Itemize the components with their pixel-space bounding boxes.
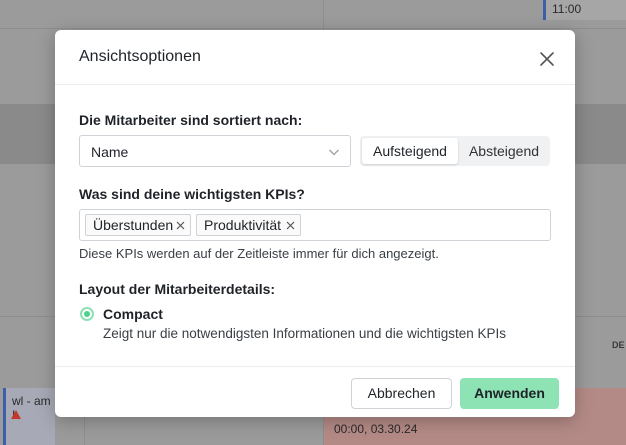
compact-option-title[interactable]: Compact [103,306,163,322]
red-card-text: 00:00, 03.30.24 [334,422,418,436]
sort-select-value: Name [91,144,129,160]
sort-order-toggle: Aufsteigend Absteigend [360,136,550,166]
layout-label: Layout der Mitarbeiterdetails: [79,281,276,297]
kpi-help-text: Diese KPIs werden auf der Zeitleiste imm… [79,246,439,261]
modal-header: Ansichtsoptionen [55,30,575,85]
compact-radio[interactable] [80,307,94,321]
close-icon [540,52,554,66]
background-time-card: 11:00 [543,0,626,20]
apply-button[interactable]: Anwenden [460,378,559,409]
sort-label: Die Mitarbeiter sind sortiert nach: [79,112,303,128]
background-divider [0,28,626,29]
cancel-button[interactable]: Abbrechen [351,378,452,409]
descending-button[interactable]: Absteigend [460,138,548,164]
kpi-label: Was sind deine wichtigsten KPIs? [79,186,305,202]
kpi-tag-label: Überstunden [93,217,174,233]
chevron-down-icon [329,149,339,156]
kpi-tag-input[interactable]: Überstunden Produktivität [79,209,551,241]
modal-footer: Abbrechen Anwenden [55,366,575,417]
view-options-modal: Ansichtsoptionen Die Mitarbeiter sind so… [55,30,575,417]
remove-tag-icon[interactable] [176,221,185,230]
close-button[interactable] [538,50,556,68]
modal-title: Ansichtsoptionen [79,48,201,65]
kpi-tag-label: Produktivität [204,217,282,233]
remove-tag-icon[interactable] [286,221,295,230]
kpi-tag: Produktivität [196,214,301,236]
compact-option-description: Zeigt nur die notwendigsten Informatione… [103,326,506,341]
warning-icon [11,410,21,419]
sort-select[interactable]: Name [79,135,351,167]
background-day-label: DE [612,340,625,350]
kpi-tag: Überstunden [85,214,191,236]
ascending-button[interactable]: Aufsteigend [362,138,458,164]
